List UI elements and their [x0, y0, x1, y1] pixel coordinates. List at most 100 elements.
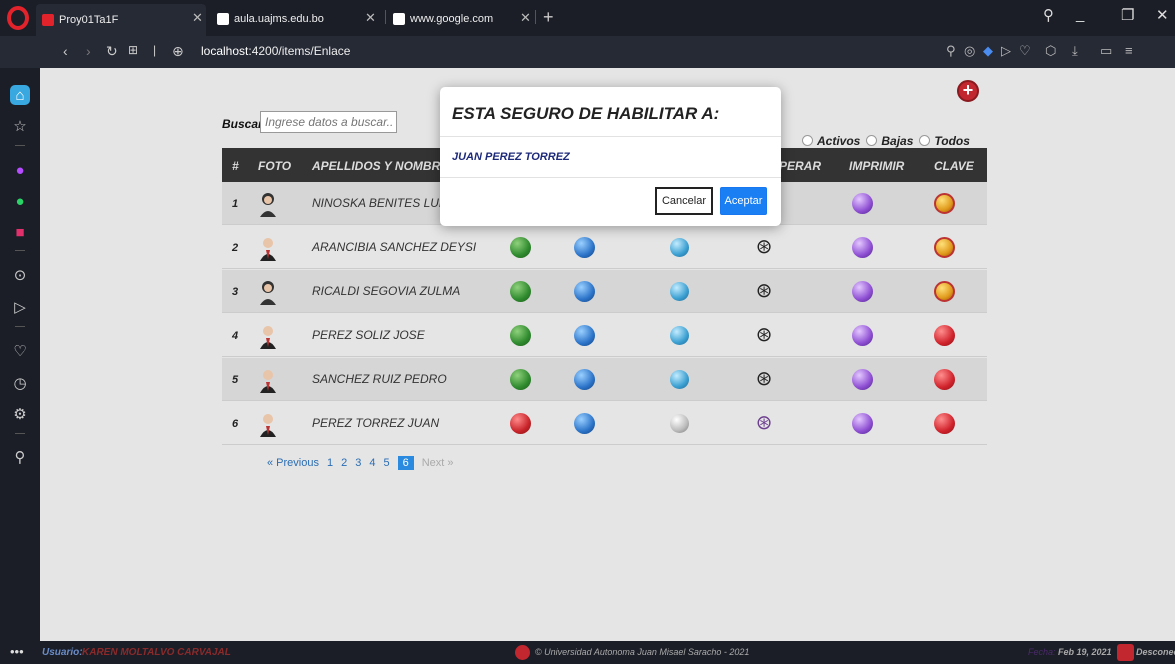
enable-button[interactable] — [510, 325, 531, 346]
edit-button[interactable] — [574, 369, 595, 390]
page-link[interactable]: 2 — [341, 457, 347, 469]
restore-icon[interactable]: ❐ — [1121, 6, 1134, 24]
dialog-divider — [440, 136, 781, 137]
vpn-icon[interactable]: ◆ — [983, 43, 993, 59]
close-tab-icon[interactable]: ✕ — [192, 10, 203, 26]
settings-icon[interactable]: ⚙ — [10, 404, 30, 424]
easy-setup-icon[interactable]: ≡ — [1125, 43, 1133, 58]
reload-icon[interactable]: ↻ — [106, 43, 118, 60]
enable-button[interactable] — [510, 237, 531, 258]
power-icon[interactable] — [1117, 644, 1134, 661]
filter-todos[interactable]: Todos — [919, 134, 970, 148]
pinboard-icon[interactable]: ♡ — [10, 341, 30, 361]
female-avatar-icon — [260, 193, 276, 217]
close-window-icon[interactable]: ✕ — [1156, 6, 1169, 24]
female-avatar-icon — [260, 281, 276, 305]
enable-button[interactable] — [510, 369, 531, 390]
password-button[interactable] — [934, 369, 955, 390]
filter-bajas[interactable]: Bajas — [866, 134, 913, 148]
instagram-icon[interactable]: ■ — [10, 222, 30, 242]
tips-icon[interactable]: ⚲ — [10, 447, 30, 467]
recover-password-icon[interactable]: ⊛ — [753, 412, 775, 434]
person-name: PEREZ TORREZ JUAN — [312, 416, 440, 430]
row-number: 4 — [232, 330, 239, 342]
recover-password-icon[interactable]: ⊛ — [753, 368, 775, 390]
tab-aula[interactable]: aula.uajms.edu.bo — [217, 8, 324, 30]
password-button[interactable] — [934, 281, 955, 302]
speed-dial-icon[interactable]: ⊞ — [128, 43, 138, 57]
minimize-icon[interactable]: _ — [1076, 6, 1084, 23]
delete-button[interactable] — [670, 414, 689, 433]
password-button[interactable] — [934, 193, 955, 214]
date-value: Feb 19, 2021 — [1058, 647, 1112, 657]
password-button[interactable] — [934, 325, 955, 346]
whatsapp-icon[interactable]: ● — [10, 191, 30, 211]
recover-password-icon[interactable]: ⊛ — [753, 236, 775, 258]
delete-button[interactable] — [670, 282, 689, 301]
home-icon[interactable]: ⌂ — [10, 85, 30, 105]
messenger-icon[interactable]: ● — [10, 160, 30, 180]
recover-password-icon[interactable]: ⊛ — [753, 280, 775, 302]
delete-button[interactable] — [670, 370, 689, 389]
tab-proy01ta1f[interactable]: Proy01Ta1F — [36, 4, 206, 36]
page-link[interactable]: 4 — [369, 457, 375, 469]
person-name: PEREZ SOLIZ JOSE — [312, 328, 425, 342]
page-link-current[interactable]: 6 — [397, 456, 414, 470]
add-person-button[interactable]: + — [957, 80, 979, 102]
extension-icon[interactable]: ⬡ — [1045, 43, 1056, 59]
page-link[interactable]: 3 — [355, 457, 361, 469]
filter-label: Activos — [817, 134, 861, 148]
forward-icon[interactable]: › — [86, 43, 91, 59]
accept-button[interactable]: Aceptar — [720, 187, 767, 215]
print-button[interactable] — [852, 369, 873, 390]
battery-icon[interactable]: ▭ — [1100, 43, 1112, 59]
tab-separator — [385, 10, 386, 24]
filter-activos[interactable]: Activos — [802, 134, 860, 148]
enable-button[interactable] — [510, 281, 531, 302]
search-tabs-icon[interactable]: ⚲ — [1043, 6, 1054, 24]
password-button[interactable] — [934, 237, 955, 258]
heart-icon[interactable]: ♡ — [1019, 43, 1031, 59]
player-icon[interactable]: ⊙ — [10, 265, 30, 285]
flow-icon[interactable]: ▷ — [10, 297, 30, 317]
edit-button[interactable] — [574, 281, 595, 302]
close-tab-icon[interactable]: ✕ — [365, 10, 376, 26]
pagination-previous[interactable]: « Previous — [267, 457, 319, 469]
back-icon[interactable]: ‹ — [63, 43, 68, 59]
history-icon[interactable]: ◷ — [10, 373, 30, 393]
delete-button[interactable] — [670, 326, 689, 345]
delete-button[interactable] — [670, 238, 689, 257]
recover-password-icon[interactable]: ⊛ — [753, 324, 775, 346]
disconnect-button[interactable]: Desconecta — [1136, 647, 1175, 657]
university-logo-icon — [515, 645, 530, 660]
camera-icon[interactable]: ◎ — [964, 43, 975, 59]
edit-button[interactable] — [574, 325, 595, 346]
cancel-button[interactable]: Cancelar — [655, 187, 713, 215]
dialog-title: ESTA SEGURO DE HABILITAR A: — [452, 104, 720, 123]
close-tab-icon[interactable]: ✕ — [520, 10, 531, 26]
table-row: 2 ARANCIBIA SANCHEZ DEYSI ⊛ — [222, 226, 987, 269]
globe-icon[interactable]: ⊕ — [172, 43, 184, 60]
bookmarks-icon[interactable]: ☆ — [10, 116, 30, 136]
opera-logo-icon[interactable] — [7, 6, 29, 30]
page-link[interactable]: 5 — [383, 457, 389, 469]
search-input[interactable] — [260, 111, 397, 133]
download-icon[interactable]: ⤓ — [1072, 43, 1078, 59]
print-button[interactable] — [852, 413, 873, 434]
url-field[interactable]: localhost:4200/items/Enlace — [201, 44, 350, 58]
edit-button[interactable] — [574, 237, 595, 258]
send-icon[interactable]: ▷ — [1001, 43, 1011, 59]
print-button[interactable] — [852, 281, 873, 302]
password-button[interactable] — [934, 413, 955, 434]
print-button[interactable] — [852, 237, 873, 258]
search-icon[interactable]: ⚲ — [946, 43, 956, 59]
row-number: 6 — [232, 418, 239, 430]
print-button[interactable] — [852, 193, 873, 214]
print-button[interactable] — [852, 325, 873, 346]
tab-google[interactable]: www.google.com — [393, 8, 493, 30]
disabled-status-button[interactable] — [510, 413, 531, 434]
edit-button[interactable] — [574, 413, 595, 434]
page-link[interactable]: 1 — [327, 457, 333, 469]
more-icon[interactable]: ••• — [10, 644, 24, 659]
new-tab-icon[interactable]: + — [543, 7, 554, 28]
